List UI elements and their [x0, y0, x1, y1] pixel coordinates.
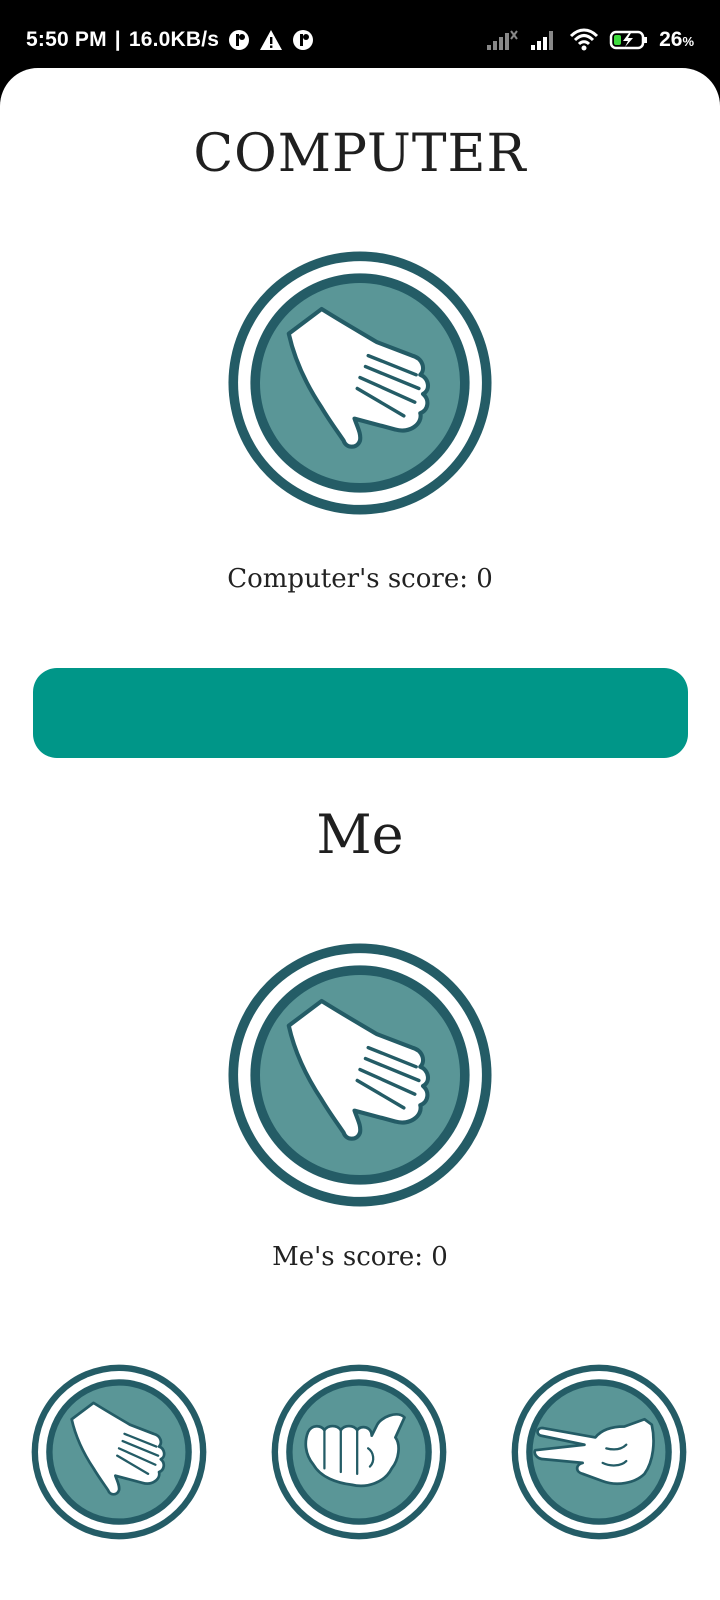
paper-choice-button[interactable] [28, 1361, 210, 1543]
notification-icon [227, 28, 251, 52]
me-score: Me's score: 0 [272, 1242, 448, 1272]
paper-hand-icon [228, 251, 492, 515]
scissors-choice-button[interactable] [508, 1361, 690, 1543]
wifi-icon [569, 28, 599, 52]
paper-hand-icon [31, 1364, 207, 1540]
battery-percent-value: 26 [659, 28, 683, 51]
status-separator: | [114, 28, 121, 51]
signal-icon [529, 29, 559, 51]
game-screen: COMPUTER Computer's score: 0 Me Me's sco… [0, 68, 720, 1600]
signal-icon [485, 29, 519, 51]
me-title: Me [316, 803, 404, 866]
status-bar: 5:50 PM | 16.0KB/s 26% [0, 0, 720, 68]
battery-percentage: 26% [659, 28, 694, 52]
computer-score: Computer's score: 0 [227, 564, 493, 594]
status-net-speed: 16.0KB/s [128, 28, 220, 51]
status-time: 5:50 PM [26, 28, 107, 51]
computer-title: COMPUTER [193, 124, 527, 184]
rock-fist-icon [271, 1364, 447, 1540]
rock-choice-button[interactable] [268, 1361, 450, 1543]
status-left: 5:50 PM | 16.0KB/s [26, 28, 315, 52]
result-bar [33, 668, 688, 758]
scissors-hand-icon [511, 1364, 687, 1540]
battery-charging-icon [609, 29, 649, 51]
paper-hand-icon [228, 943, 492, 1207]
notification-icon [291, 28, 315, 52]
status-right: 26% [485, 28, 694, 52]
battery-percent-unit: % [682, 34, 694, 49]
alert-icon [259, 29, 283, 51]
